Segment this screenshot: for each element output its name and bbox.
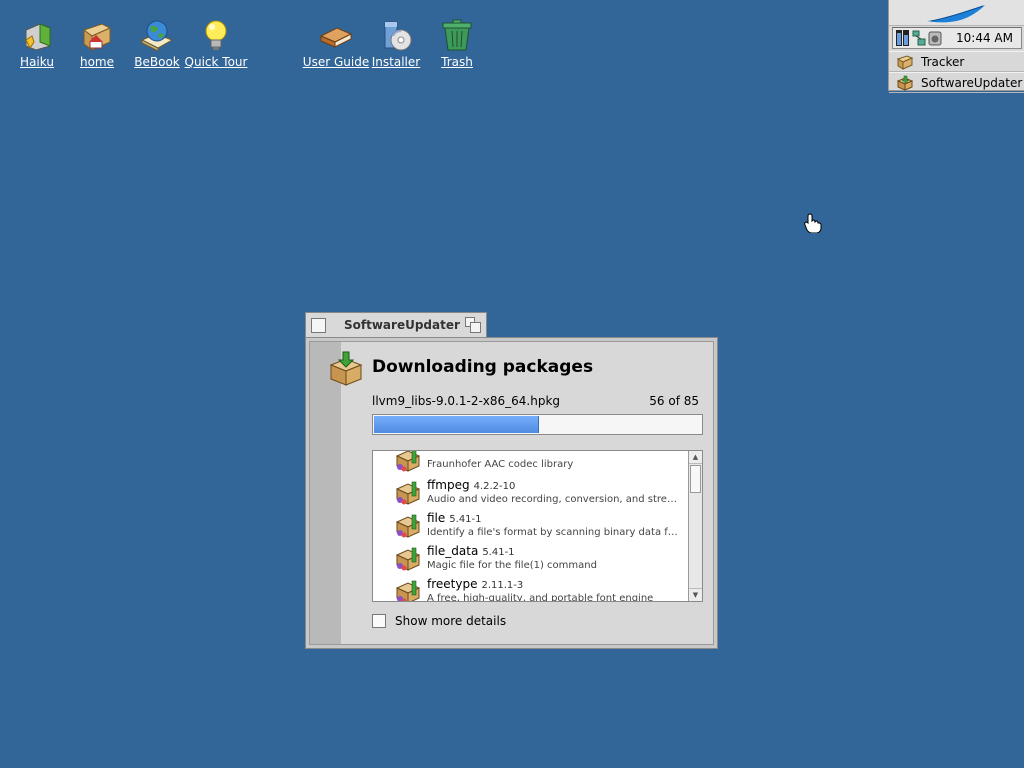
desktop-icon-label: User Guide bbox=[302, 55, 370, 69]
window-zoom-button[interactable] bbox=[465, 317, 482, 334]
network-status-icon[interactable] bbox=[912, 30, 926, 46]
dialog-heading: Downloading packages bbox=[372, 357, 594, 377]
trash-icon bbox=[442, 19, 472, 51]
package-row[interactable]: file 5.41-1 Identify a file's format by sc… bbox=[373, 507, 688, 540]
download-progress-bar bbox=[372, 414, 703, 435]
deskbar-app-label: SoftwareUpdater bbox=[921, 75, 1023, 90]
deskbar: 10:44 AM Tracker SoftwareUpdater bbox=[888, 0, 1024, 93]
package-version: 5.41-1 bbox=[449, 514, 482, 525]
show-details-option[interactable]: Show more details bbox=[372, 614, 506, 628]
desktop-icon-installer[interactable]: Installer bbox=[361, 18, 431, 69]
package-name: ffmpeg 4.2.2-10 bbox=[427, 478, 516, 492]
home-folder-icon bbox=[82, 23, 112, 51]
scroll-down-arrow-icon[interactable]: ▼ bbox=[689, 588, 702, 601]
package-download-icon bbox=[329, 351, 363, 386]
package-description: A free, high-quality, and portable font … bbox=[427, 593, 654, 602]
package-list[interactable]: Fraunhofer AAC codec library ffmpeg 4.2.2-… bbox=[372, 450, 703, 602]
package-name: freetype 2.11.1-3 bbox=[427, 577, 524, 591]
package-row[interactable]: file_data 5.41-1 Magic file for the file(1… bbox=[373, 540, 688, 573]
current-package-name: llvm9_libs-9.0.1-2-x86_64.hpkg bbox=[372, 394, 561, 408]
package-description: Fraunhofer AAC codec library bbox=[427, 459, 574, 470]
window-tab[interactable]: SoftwareUpdater bbox=[305, 312, 487, 337]
package-version: 5.41-1 bbox=[482, 547, 515, 558]
book-icon bbox=[319, 27, 353, 48]
package-icon bbox=[395, 578, 421, 601]
package-description: Identify a file's format by scanning bin… bbox=[427, 527, 683, 538]
show-details-checkbox[interactable] bbox=[372, 614, 386, 628]
package-icon bbox=[395, 512, 421, 538]
desktop-icon-quick-tour[interactable]: Quick Tour bbox=[181, 18, 251, 69]
progress-fill bbox=[374, 416, 539, 433]
package-description: Magic file for the file(1) command bbox=[427, 560, 597, 571]
software-updater-icon bbox=[897, 75, 913, 91]
haiku-leaf-icon bbox=[927, 5, 985, 23]
system-tray: 10:44 AM bbox=[892, 27, 1022, 49]
desktop-icon-label: Installer bbox=[371, 55, 421, 69]
deskbar-app-tracker[interactable]: Tracker bbox=[889, 51, 1024, 72]
tracker-icon bbox=[897, 54, 913, 70]
bebook-globe-icon bbox=[140, 20, 174, 52]
desktop-icon-trash[interactable]: Trash bbox=[422, 18, 492, 69]
deskbar-app-softwareupdater[interactable]: SoftwareUpdater bbox=[889, 72, 1024, 93]
package-icon bbox=[395, 545, 421, 571]
package-version: 2.11.1-3 bbox=[481, 580, 524, 591]
package-icon bbox=[395, 479, 421, 505]
deskbar-clock[interactable]: 10:44 AM bbox=[956, 31, 1013, 45]
package-row[interactable]: freetype 2.11.1-3 A free, high-quality, an… bbox=[373, 573, 688, 602]
package-name bbox=[427, 451, 431, 459]
package-description: Audio and video recording, conversion, a… bbox=[427, 494, 683, 505]
deskbar-menu-button[interactable] bbox=[889, 0, 1024, 26]
progress-count: 56 of 85 bbox=[649, 394, 699, 408]
desktop-icon-label: Haiku bbox=[20, 55, 54, 69]
process-controller-icon[interactable] bbox=[896, 30, 910, 46]
package-row[interactable]: ffmpeg 4.2.2-10 Audio and video recording,… bbox=[373, 474, 688, 507]
hand-cursor-icon bbox=[804, 213, 822, 233]
window-title: SoftwareUpdater bbox=[344, 318, 460, 332]
scroll-thumb[interactable] bbox=[690, 465, 701, 493]
desktop-icon-label: BeBook bbox=[134, 55, 180, 69]
package-name: file 5.41-1 bbox=[427, 511, 482, 525]
desktop-icon-label: Quick Tour bbox=[184, 55, 248, 69]
deskbar-app-label: Tracker bbox=[921, 54, 965, 69]
package-icon bbox=[395, 451, 421, 472]
desktop-icon-label: home bbox=[79, 55, 115, 69]
installer-icon bbox=[384, 21, 412, 51]
package-version: 4.2.2-10 bbox=[473, 481, 516, 492]
package-list-scrollbar[interactable]: ▲ ▼ bbox=[688, 451, 702, 601]
haiku-volume-icon bbox=[25, 23, 51, 51]
software-updater-window: Downloading packages llvm9_libs-9.0.1-2-… bbox=[305, 337, 718, 649]
desktop-icon-label: Trash bbox=[441, 55, 473, 69]
window-close-button[interactable] bbox=[311, 318, 326, 333]
package-row[interactable]: Fraunhofer AAC codec library bbox=[373, 451, 688, 474]
media-volume-icon[interactable] bbox=[928, 30, 942, 46]
package-name: file_data 5.41-1 bbox=[427, 544, 515, 558]
lightbulb-icon bbox=[205, 20, 227, 50]
show-details-label: Show more details bbox=[395, 614, 507, 628]
scroll-up-arrow-icon[interactable]: ▲ bbox=[689, 451, 702, 464]
window-side-strip bbox=[310, 342, 341, 644]
